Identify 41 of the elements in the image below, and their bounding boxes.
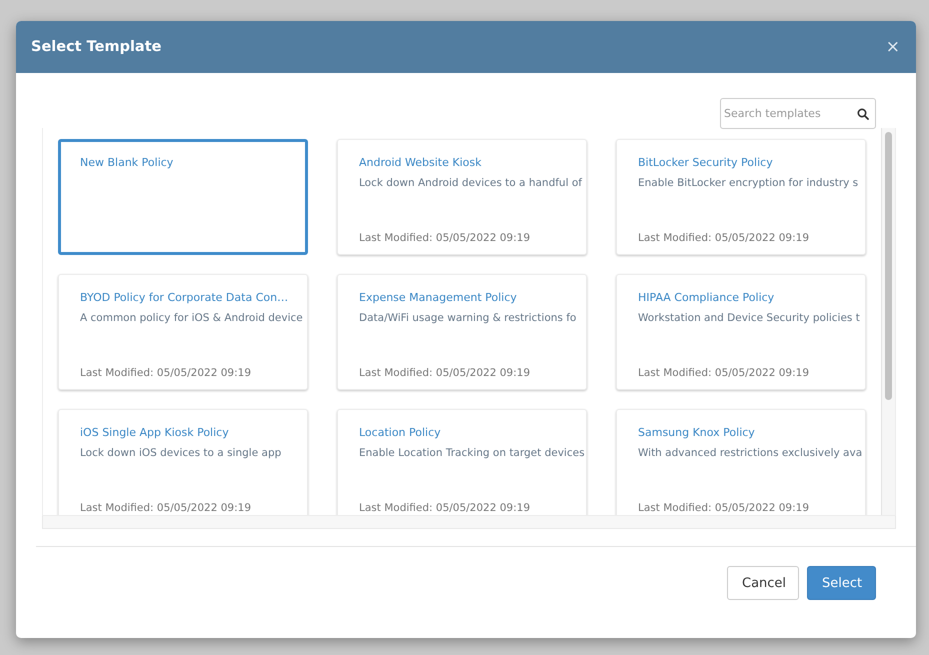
template-card[interactable]: Android Website Kiosk Lock down Android devices to a handful of Last Modified: 05/05/2022 09:19	[337, 139, 587, 255]
template-card[interactable]: iOS Single App Kiosk Policy Lock down iOS devices to a single app Last Modified: 05/05/2022 09:19	[58, 409, 308, 515]
last-modified-text: Last Modified: 05/05/2022 09:19	[638, 231, 810, 246]
template-card[interactable]: New Blank Policy	[58, 139, 308, 255]
search-icon	[857, 108, 869, 120]
last-modified-text: Last Modified: 05/05/2022 09:19	[359, 501, 532, 515]
last-modified-text: Last Modified: 05/05/2022 09:19	[80, 501, 252, 515]
scrollbar[interactable]	[881, 128, 895, 515]
template-description: Lock down iOS devices to a single app	[80, 446, 282, 461]
last-modified-text: Last Modified: 05/05/2022 09:19	[359, 231, 532, 246]
dialog-title: Select Template	[31, 39, 162, 55]
template-card[interactable]: BitLocker Security Policy Enable BitLocker encryption for industry s Last Modified: 05/05/2022 09:19	[616, 139, 866, 255]
template-description: A common policy for iOS & Android device	[80, 311, 301, 326]
template-title: Location Policy	[359, 425, 442, 441]
template-card[interactable]: Location Policy Enable Location Tracking on target devices Last Modified: 05/05/2022 09:19	[337, 409, 587, 515]
template-title: New Blank Policy	[80, 155, 174, 171]
template-title: Expense Management Policy	[359, 290, 518, 306]
last-modified-text: Last Modified: 05/05/2022 09:19	[359, 366, 532, 381]
last-modified-text: Last Modified: 05/05/2022 09:19	[80, 366, 252, 381]
cancel-button[interactable]: Cancel	[727, 566, 799, 600]
scrollbar-thumb[interactable]	[885, 132, 892, 400]
template-title: BYOD Policy for Corporate Data Con…	[80, 290, 290, 306]
template-title: BitLocker Security Policy	[638, 155, 774, 171]
last-modified-text: Last Modified: 05/05/2022 09:19	[638, 501, 810, 515]
last-modified-text: Last Modified: 05/05/2022 09:19	[638, 366, 810, 381]
template-description: Enable BitLocker encryption for industry s	[638, 176, 859, 191]
template-card[interactable]: Expense Management Policy Data/WiFi usage warning & restrictions fo Last Modified: 05/05/2022 09:19	[337, 274, 587, 390]
template-description: Lock down Android devices to a handful of	[359, 176, 580, 191]
template-title: Android Website Kiosk	[359, 155, 482, 171]
close-button[interactable]: ×	[884, 37, 902, 57]
search-field[interactable]: Search templates	[720, 98, 876, 129]
template-description: With advanced restrictions exclusively ava	[638, 446, 859, 461]
template-card[interactable]: Samsung Knox Policy With advanced restrictions exclusively ava Last Modified: 05/05/2022 09:19	[616, 409, 866, 515]
template-card[interactable]: BYOD Policy for Corporate Data Con… A common policy for iOS & Android device Last Modified: 05/05/2022 09:19	[58, 274, 308, 390]
template-description: Workstation and Device Security policies t	[638, 311, 859, 326]
select-button[interactable]: Select	[807, 566, 876, 600]
template-title: HIPAA Compliance Policy	[638, 290, 776, 306]
template-title: Samsung Knox Policy	[638, 425, 756, 441]
template-card[interactable]: HIPAA Compliance Policy Workstation and Device Security policies t Last Modified: 05/05/2022 09:19	[616, 274, 866, 390]
template-title: iOS Single App Kiosk Policy	[80, 425, 230, 441]
template-description: Data/WiFi usage warning & restrictions fo	[359, 311, 578, 326]
